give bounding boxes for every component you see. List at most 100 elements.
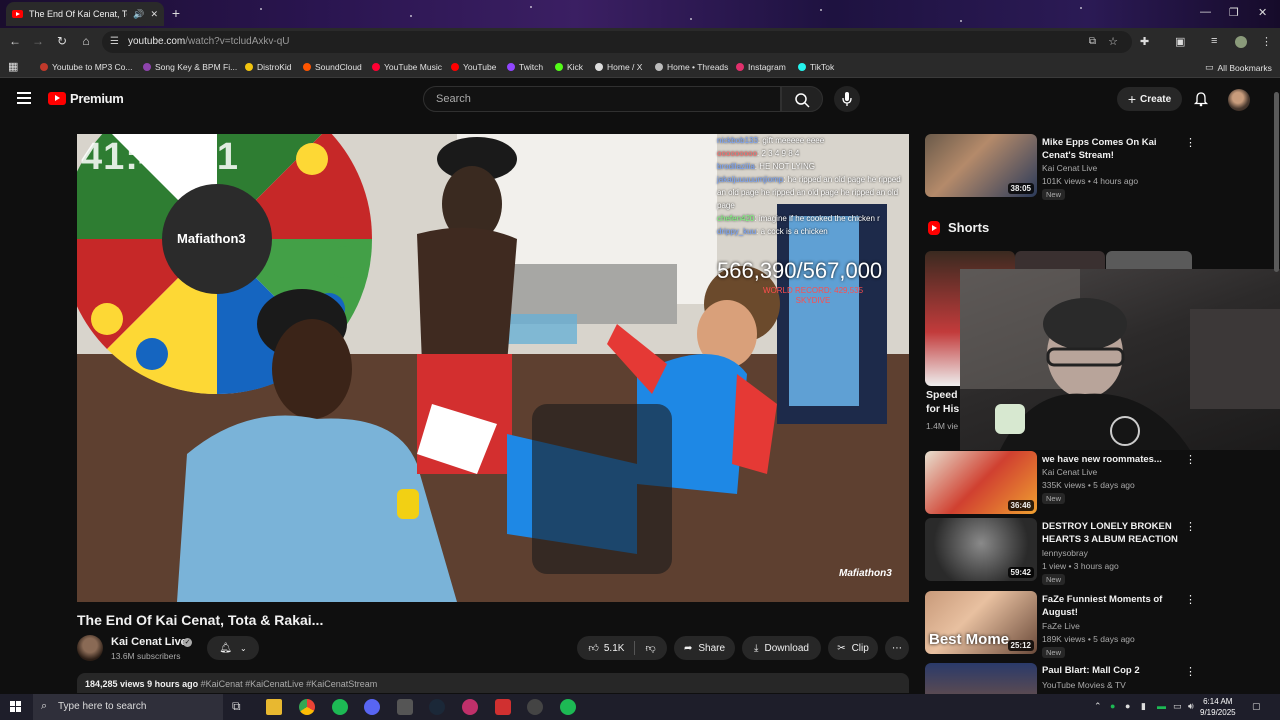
- recommendation-item[interactable]: 36:46 we have new roommates... Kai Cenat…: [925, 451, 1270, 515]
- rec-channel[interactable]: lennysobray: [1042, 548, 1088, 558]
- url-field[interactable]: ☰ youtube.com/watch?v=tcludAxkv-qU ⧉ ☆: [102, 31, 1132, 53]
- like-button[interactable]: 👍︎ 5.1K: [588, 642, 624, 655]
- video-thumbnail[interactable]: 59:42: [925, 518, 1037, 581]
- volume-icon[interactable]: 🔊︎: [1188, 701, 1194, 712]
- rec-title[interactable]: we have new roommates...: [1042, 453, 1182, 466]
- rec-channel[interactable]: YouTube Movies & TV: [1042, 680, 1126, 690]
- minimize-icon[interactable]: —: [1200, 6, 1211, 18]
- system-clock[interactable]: 6:14 AM 9/19/2025: [1200, 696, 1236, 718]
- windows-start-icon[interactable]: [10, 701, 22, 713]
- back-icon[interactable]: ←: [7, 34, 23, 48]
- rec-channel[interactable]: Kai Cenat Live: [1042, 467, 1097, 477]
- short-title[interactable]: Speed for His: [926, 388, 959, 416]
- profile-avatar[interactable]: [1235, 36, 1247, 48]
- short-thumbnail[interactable]: [1015, 251, 1105, 271]
- bookmark-item[interactable]: Song Key & BPM Fi...: [143, 62, 237, 72]
- sidebar-icon[interactable]: ▣: [1175, 35, 1185, 48]
- new-tab-button[interactable]: +: [168, 5, 184, 21]
- bookmark-star-icon[interactable]: ☆: [1108, 31, 1118, 53]
- notification-icon[interactable]: ▢: [1252, 701, 1261, 712]
- apps-icon[interactable]: ▦: [8, 60, 18, 73]
- recommendation-item[interactable]: Paul Blart: Mall Cop 2 YouTube Movies & …: [925, 663, 1270, 694]
- bookmark-item[interactable]: DistroKid: [245, 62, 291, 72]
- bookmark-item[interactable]: SoundCloud: [303, 62, 362, 72]
- all-bookmarks[interactable]: ▭ All Bookmarks: [1205, 62, 1272, 73]
- more-vert-icon[interactable]: ⋮: [1185, 453, 1196, 466]
- close-window-icon[interactable]: ✕: [1258, 6, 1267, 19]
- discord-icon[interactable]: [364, 699, 380, 715]
- channel-name[interactable]: Kai Cenat Live: [111, 636, 187, 648]
- tray-app-icon[interactable]: ▮: [1141, 701, 1146, 712]
- menu-dots-icon[interactable]: ⋮: [1261, 35, 1272, 48]
- bookmark-item[interactable]: Kick: [555, 62, 583, 72]
- chrome-icon[interactable]: [299, 699, 315, 715]
- search-button[interactable]: [781, 86, 823, 112]
- recommendation-item[interactable]: 59:42 DESTROY LONELY BROKEN HEARTS 3 ALB…: [925, 518, 1270, 585]
- short-thumbnail[interactable]: [1106, 251, 1192, 271]
- bookmark-item[interactable]: Home / X: [595, 62, 642, 72]
- rec-title[interactable]: Mike Epps Comes On Kai Cenat's Stream!: [1042, 136, 1182, 162]
- network-icon[interactable]: ▭: [1173, 701, 1182, 712]
- account-avatar[interactable]: [1228, 89, 1250, 111]
- page-scrollbar[interactable]: [1272, 86, 1280, 676]
- bookmark-item[interactable]: Twitch: [507, 62, 543, 72]
- more-vert-icon[interactable]: ⋮: [1185, 593, 1196, 606]
- site-info-icon[interactable]: ☰: [110, 31, 119, 53]
- dislike-button[interactable]: 👎︎: [645, 642, 655, 654]
- browser-tab[interactable]: The End Of Kai Cenat, Tota 🔊 ✕: [6, 2, 164, 26]
- task-view-icon[interactable]: ⧉: [232, 699, 248, 715]
- spotify-icon[interactable]: [332, 699, 348, 715]
- video-player[interactable]: 41:47:11 Mafiathon3 nickbob133: gift mee…: [77, 134, 909, 602]
- create-button[interactable]: + Create: [1117, 87, 1182, 111]
- home-icon[interactable]: ⌂: [78, 34, 94, 48]
- hashtags[interactable]: #KaiCenat #KaiCenatLive #KaiCenatStream: [201, 679, 378, 689]
- app-icon[interactable]: [397, 699, 413, 715]
- more-actions-button[interactable]: ⋯: [885, 636, 909, 660]
- bookmark-item[interactable]: Youtube to MP3 Co...: [40, 62, 133, 72]
- bookmark-item[interactable]: Home • Threads: [655, 62, 728, 72]
- close-tab-icon[interactable]: ✕: [150, 9, 158, 20]
- video-thumbnail[interactable]: [925, 663, 1037, 694]
- video-thumbnail[interactable]: Best Mome 25:12: [925, 591, 1037, 654]
- tray-chevron-icon[interactable]: ⌃: [1094, 701, 1102, 712]
- bookmark-item[interactable]: YouTube Music: [372, 62, 442, 72]
- notifications-bell-icon[interactable]: [1193, 91, 1209, 107]
- bookmark-item[interactable]: TikTok: [798, 62, 834, 72]
- app-icon[interactable]: [495, 699, 511, 715]
- obs-icon[interactable]: [462, 699, 478, 715]
- channel-avatar[interactable]: [77, 635, 103, 661]
- clip-button[interactable]: ✂ Clip: [828, 636, 878, 660]
- media-icon[interactable]: ≡: [1211, 35, 1217, 47]
- menu-icon[interactable]: [17, 92, 31, 107]
- file-explorer-icon[interactable]: [266, 699, 282, 715]
- video-thumbnail[interactable]: 38:05: [925, 134, 1037, 197]
- share-button[interactable]: ➦ Share: [674, 636, 735, 660]
- youtube-logo[interactable]: Premium: [48, 91, 124, 106]
- speaker-icon[interactable]: 🔊: [133, 9, 144, 20]
- description-box[interactable]: 184,285 views 9 hours ago #KaiCenat #Kai…: [77, 673, 909, 693]
- bookmark-item[interactable]: YouTube: [451, 62, 496, 72]
- rec-title[interactable]: FaZe Funniest Moments of August!: [1042, 593, 1182, 619]
- install-icon[interactable]: ⧉: [1089, 31, 1096, 53]
- spotify-icon[interactable]: [560, 699, 576, 715]
- rec-channel[interactable]: FaZe Live: [1042, 621, 1080, 631]
- scrollbar-thumb[interactable]: [1274, 92, 1279, 272]
- app-icon[interactable]: [527, 699, 543, 715]
- taskbar-search-input[interactable]: Type here to search: [33, 694, 223, 720]
- forward-icon[interactable]: →: [30, 34, 46, 48]
- recommendation-item[interactable]: 38:05 Mike Epps Comes On Kai Cenat's Str…: [925, 134, 1270, 200]
- more-vert-icon[interactable]: ⋮: [1185, 520, 1196, 533]
- download-button[interactable]: ⤓ Download: [742, 636, 821, 660]
- rec-channel[interactable]: Kai Cenat Live: [1042, 163, 1097, 173]
- tray-app-icon[interactable]: ●: [1125, 701, 1130, 711]
- restore-icon[interactable]: ❐: [1229, 6, 1239, 19]
- rec-title[interactable]: Paul Blart: Mall Cop 2: [1042, 664, 1182, 677]
- extensions-icon[interactable]: ✚: [1140, 35, 1149, 48]
- recommendation-item[interactable]: Best Mome 25:12 FaZe Funniest Moments of…: [925, 591, 1270, 658]
- tray-app-icon[interactable]: ▬: [1157, 701, 1166, 711]
- bookmark-item[interactable]: Instagram: [736, 62, 786, 72]
- reload-icon[interactable]: ↻: [54, 34, 70, 48]
- voice-search-button[interactable]: [834, 86, 860, 112]
- steam-icon[interactable]: [429, 699, 445, 715]
- video-thumbnail[interactable]: 36:46: [925, 451, 1037, 514]
